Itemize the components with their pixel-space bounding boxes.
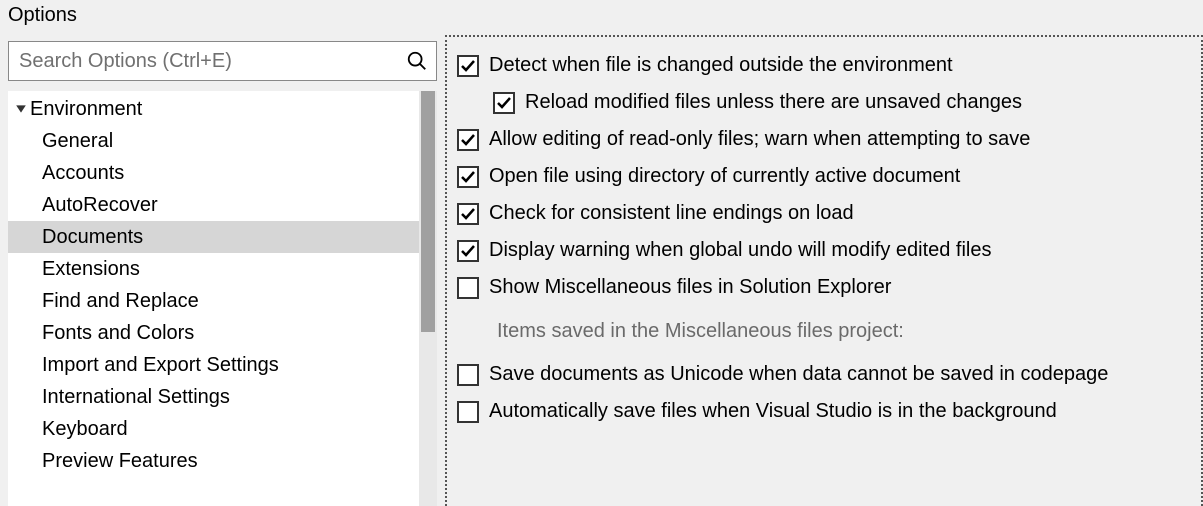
tree-item-label: Accounts <box>42 162 124 185</box>
tree-item-label: Documents <box>42 226 143 249</box>
tree-item-label: Find and Replace <box>42 290 199 313</box>
option-row: Display warning when global undo will mo… <box>457 232 1189 269</box>
option-label: Detect when file is changed outside the … <box>489 54 953 77</box>
tree-item-import-and-export-settings[interactable]: Import and Export Settings <box>8 349 419 381</box>
checkbox[interactable] <box>457 364 479 386</box>
caret-down-icon <box>14 102 28 116</box>
checkbox[interactable] <box>457 277 479 299</box>
tree-item-general[interactable]: General <box>8 125 419 157</box>
option-label: Show Miscellaneous files in Solution Exp… <box>489 276 891 299</box>
option-label: Open file using directory of currently a… <box>489 165 960 188</box>
options-tree[interactable]: Environment General Accounts AutoRecover Do… <box>8 91 419 506</box>
option-row: Detect when file is changed outside the … <box>457 47 1189 84</box>
option-row: Show Miscellaneous files in Solution Exp… <box>457 269 1189 306</box>
option-label: Check for consistent line endings on loa… <box>489 202 854 225</box>
option-row: Automatically save files when Visual Stu… <box>457 393 1189 430</box>
tree-item-label: Preview Features <box>42 450 198 473</box>
tree-item-accounts[interactable]: Accounts <box>8 157 419 189</box>
window-title: Options <box>0 0 1203 35</box>
tree-item-find-and-replace[interactable]: Find and Replace <box>8 285 419 317</box>
checkbox[interactable] <box>457 401 479 423</box>
search-input[interactable] <box>19 50 406 73</box>
tree-wrap: Environment General Accounts AutoRecover Do… <box>8 91 437 506</box>
tree-item-autorecover[interactable]: AutoRecover <box>8 189 419 221</box>
tree-item-international-settings[interactable]: International Settings <box>8 381 419 413</box>
tree-scrollbar[interactable] <box>419 91 437 506</box>
left-pane: Environment General Accounts AutoRecover Do… <box>0 35 445 506</box>
tree-category-label: Environment <box>30 98 142 121</box>
tree-category-environment[interactable]: Environment <box>8 93 419 125</box>
tree-item-label: Fonts and Colors <box>42 322 194 345</box>
tree-item-label: Extensions <box>42 258 140 281</box>
tree-item-label: Keyboard <box>42 418 128 441</box>
tree-item-extensions[interactable]: Extensions <box>8 253 419 285</box>
body: Environment General Accounts AutoRecover Do… <box>0 35 1203 506</box>
tree-item-label: International Settings <box>42 386 230 409</box>
option-row: Check for consistent line endings on loa… <box>457 195 1189 232</box>
settings-panel: Detect when file is changed outside the … <box>445 35 1203 506</box>
tree-item-label: General <box>42 130 113 153</box>
checkbox[interactable] <box>457 240 479 262</box>
option-label: Allow editing of read-only files; warn w… <box>489 128 1030 151</box>
checkbox[interactable] <box>457 129 479 151</box>
option-label: Display warning when global undo will mo… <box>489 239 992 262</box>
option-row: Open file using directory of currently a… <box>457 158 1189 195</box>
options-window: Options Environment <box>0 0 1203 506</box>
misc-files-sublabel: Items saved in the Miscellaneous files p… <box>457 306 1189 356</box>
option-label: Save documents as Unicode when data cann… <box>489 363 1108 386</box>
search-icon[interactable] <box>406 50 428 72</box>
option-row: Save documents as Unicode when data cann… <box>457 356 1189 393</box>
option-label: Reload modified files unless there are u… <box>525 91 1022 114</box>
checkbox[interactable] <box>457 166 479 188</box>
tree-item-keyboard[interactable]: Keyboard <box>8 413 419 445</box>
tree-item-documents[interactable]: Documents <box>8 221 419 253</box>
tree-item-label: Import and Export Settings <box>42 354 279 377</box>
option-label: Automatically save files when Visual Stu… <box>489 400 1057 423</box>
tree-item-fonts-and-colors[interactable]: Fonts and Colors <box>8 317 419 349</box>
search-box[interactable] <box>8 41 437 81</box>
checkbox[interactable] <box>457 55 479 77</box>
checkbox[interactable] <box>457 203 479 225</box>
scrollbar-thumb[interactable] <box>421 91 435 332</box>
option-row: Allow editing of read-only files; warn w… <box>457 121 1189 158</box>
tree-item-preview-features[interactable]: Preview Features <box>8 445 419 477</box>
option-row: Reload modified files unless there are u… <box>457 84 1189 121</box>
tree-item-label: AutoRecover <box>42 194 158 217</box>
checkbox[interactable] <box>493 92 515 114</box>
